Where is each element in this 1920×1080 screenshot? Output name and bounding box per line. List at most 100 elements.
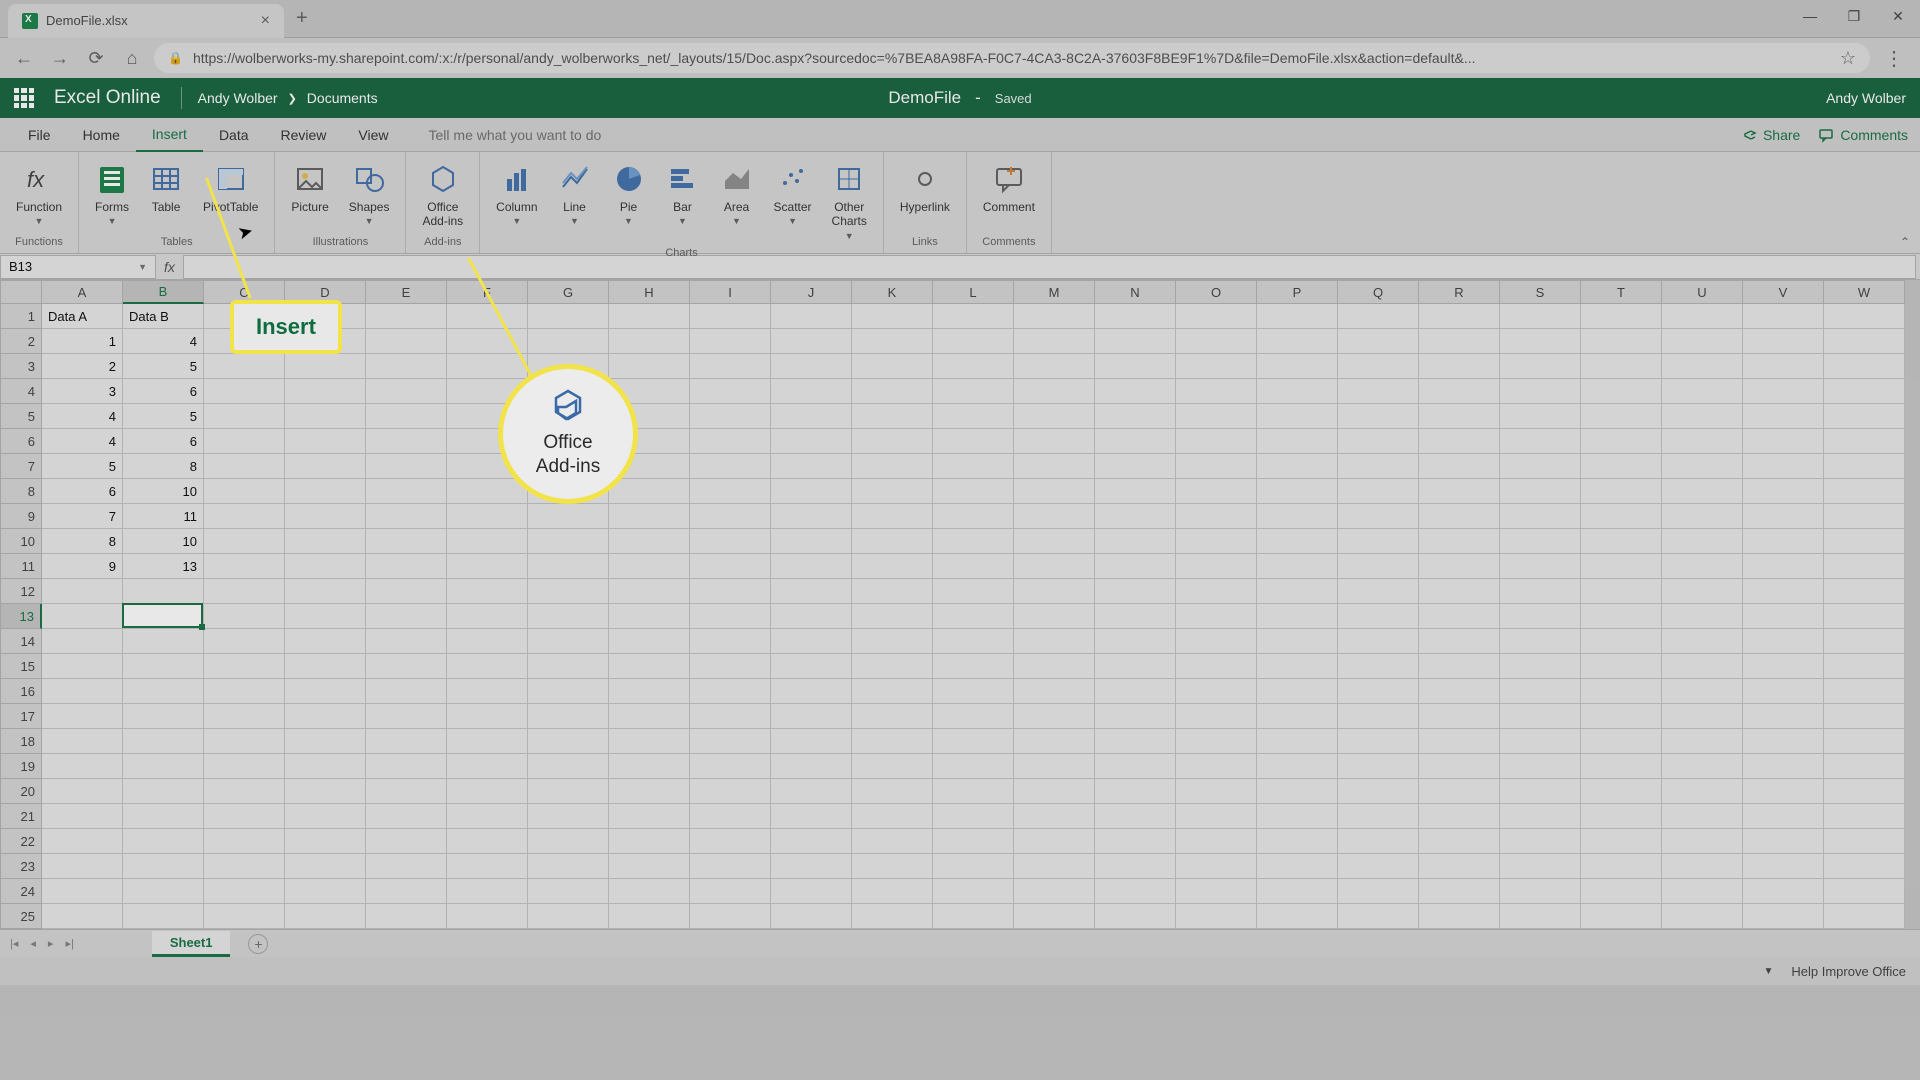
cell-F11[interactable]	[447, 554, 528, 579]
cell-E11[interactable]	[366, 554, 447, 579]
cell-Q17[interactable]	[1338, 704, 1419, 729]
cell-K10[interactable]	[852, 529, 933, 554]
cell-Q5[interactable]	[1338, 404, 1419, 429]
cell-V5[interactable]	[1743, 404, 1824, 429]
cell-J20[interactable]	[771, 779, 852, 804]
cell-W3[interactable]	[1824, 354, 1905, 379]
ribbon-shapes[interactable]: Shapes▼	[339, 160, 400, 228]
cell-C12[interactable]	[204, 579, 285, 604]
sheet-nav-next[interactable]: ▸	[44, 937, 58, 950]
cell-C7[interactable]	[204, 454, 285, 479]
cell-P8[interactable]	[1257, 479, 1338, 504]
cell-M23[interactable]	[1014, 854, 1095, 879]
cell-A10[interactable]: 8	[42, 529, 123, 554]
collapse-ribbon-icon[interactable]: ⌃	[1900, 235, 1910, 249]
cell-O20[interactable]	[1176, 779, 1257, 804]
cell-J2[interactable]	[771, 329, 852, 354]
cell-P9[interactable]	[1257, 504, 1338, 529]
reload-button[interactable]: ⟳	[82, 48, 110, 69]
cell-I21[interactable]	[690, 804, 771, 829]
cell-T2[interactable]	[1581, 329, 1662, 354]
cell-V22[interactable]	[1743, 829, 1824, 854]
cell-K1[interactable]	[852, 304, 933, 329]
cell-J24[interactable]	[771, 879, 852, 904]
cell-O8[interactable]	[1176, 479, 1257, 504]
menu-view[interactable]: View	[342, 118, 404, 152]
cell-G14[interactable]	[528, 629, 609, 654]
col-header-K[interactable]: K	[852, 280, 933, 304]
cell-R4[interactable]	[1419, 379, 1500, 404]
cell-E9[interactable]	[366, 504, 447, 529]
row-header-22[interactable]: 22	[0, 829, 42, 854]
row-header-25[interactable]: 25	[0, 904, 42, 929]
cell-L8[interactable]	[933, 479, 1014, 504]
window-maximize[interactable]: ❐	[1832, 0, 1876, 32]
cell-B18[interactable]	[123, 729, 204, 754]
cell-E1[interactable]	[366, 304, 447, 329]
cell-U12[interactable]	[1662, 579, 1743, 604]
row-header-10[interactable]: 10	[0, 529, 42, 554]
cell-R20[interactable]	[1419, 779, 1500, 804]
cell-W5[interactable]	[1824, 404, 1905, 429]
cell-Q12[interactable]	[1338, 579, 1419, 604]
cell-G23[interactable]	[528, 854, 609, 879]
cell-M12[interactable]	[1014, 579, 1095, 604]
cell-A18[interactable]	[42, 729, 123, 754]
cell-T17[interactable]	[1581, 704, 1662, 729]
cell-K12[interactable]	[852, 579, 933, 604]
cell-M5[interactable]	[1014, 404, 1095, 429]
cell-N2[interactable]	[1095, 329, 1176, 354]
cell-S6[interactable]	[1500, 429, 1581, 454]
cell-Q24[interactable]	[1338, 879, 1419, 904]
cell-S16[interactable]	[1500, 679, 1581, 704]
row-header-5[interactable]: 5	[0, 404, 42, 429]
cell-C24[interactable]	[204, 879, 285, 904]
cell-H16[interactable]	[609, 679, 690, 704]
cell-D11[interactable]	[285, 554, 366, 579]
cell-R14[interactable]	[1419, 629, 1500, 654]
cell-V24[interactable]	[1743, 879, 1824, 904]
cell-T19[interactable]	[1581, 754, 1662, 779]
cell-V11[interactable]	[1743, 554, 1824, 579]
cell-B23[interactable]	[123, 854, 204, 879]
cell-B20[interactable]	[123, 779, 204, 804]
cell-K15[interactable]	[852, 654, 933, 679]
cell-O1[interactable]	[1176, 304, 1257, 329]
cell-A12[interactable]	[42, 579, 123, 604]
cell-P14[interactable]	[1257, 629, 1338, 654]
cell-B13[interactable]	[123, 604, 204, 629]
cell-H15[interactable]	[609, 654, 690, 679]
cell-K19[interactable]	[852, 754, 933, 779]
cell-S1[interactable]	[1500, 304, 1581, 329]
cell-F8[interactable]	[447, 479, 528, 504]
cell-T6[interactable]	[1581, 429, 1662, 454]
cell-K2[interactable]	[852, 329, 933, 354]
cell-J9[interactable]	[771, 504, 852, 529]
cell-W25[interactable]	[1824, 904, 1905, 929]
col-header-A[interactable]: A	[42, 280, 123, 304]
cell-E10[interactable]	[366, 529, 447, 554]
cell-N19[interactable]	[1095, 754, 1176, 779]
cell-Q11[interactable]	[1338, 554, 1419, 579]
cell-P7[interactable]	[1257, 454, 1338, 479]
cell-D19[interactable]	[285, 754, 366, 779]
cell-V25[interactable]	[1743, 904, 1824, 929]
cell-V17[interactable]	[1743, 704, 1824, 729]
col-header-O[interactable]: O	[1176, 280, 1257, 304]
cell-M16[interactable]	[1014, 679, 1095, 704]
cell-P2[interactable]	[1257, 329, 1338, 354]
cell-Q4[interactable]	[1338, 379, 1419, 404]
row-header-4[interactable]: 4	[0, 379, 42, 404]
cell-I19[interactable]	[690, 754, 771, 779]
cell-P16[interactable]	[1257, 679, 1338, 704]
cell-W18[interactable]	[1824, 729, 1905, 754]
cell-U23[interactable]	[1662, 854, 1743, 879]
cell-Q10[interactable]	[1338, 529, 1419, 554]
row-header-3[interactable]: 3	[0, 354, 42, 379]
cell-M4[interactable]	[1014, 379, 1095, 404]
cell-Q25[interactable]	[1338, 904, 1419, 929]
row-header-6[interactable]: 6	[0, 429, 42, 454]
cell-E20[interactable]	[366, 779, 447, 804]
cell-T25[interactable]	[1581, 904, 1662, 929]
ribbon-hyperlink[interactable]: Hyperlink	[890, 160, 960, 216]
